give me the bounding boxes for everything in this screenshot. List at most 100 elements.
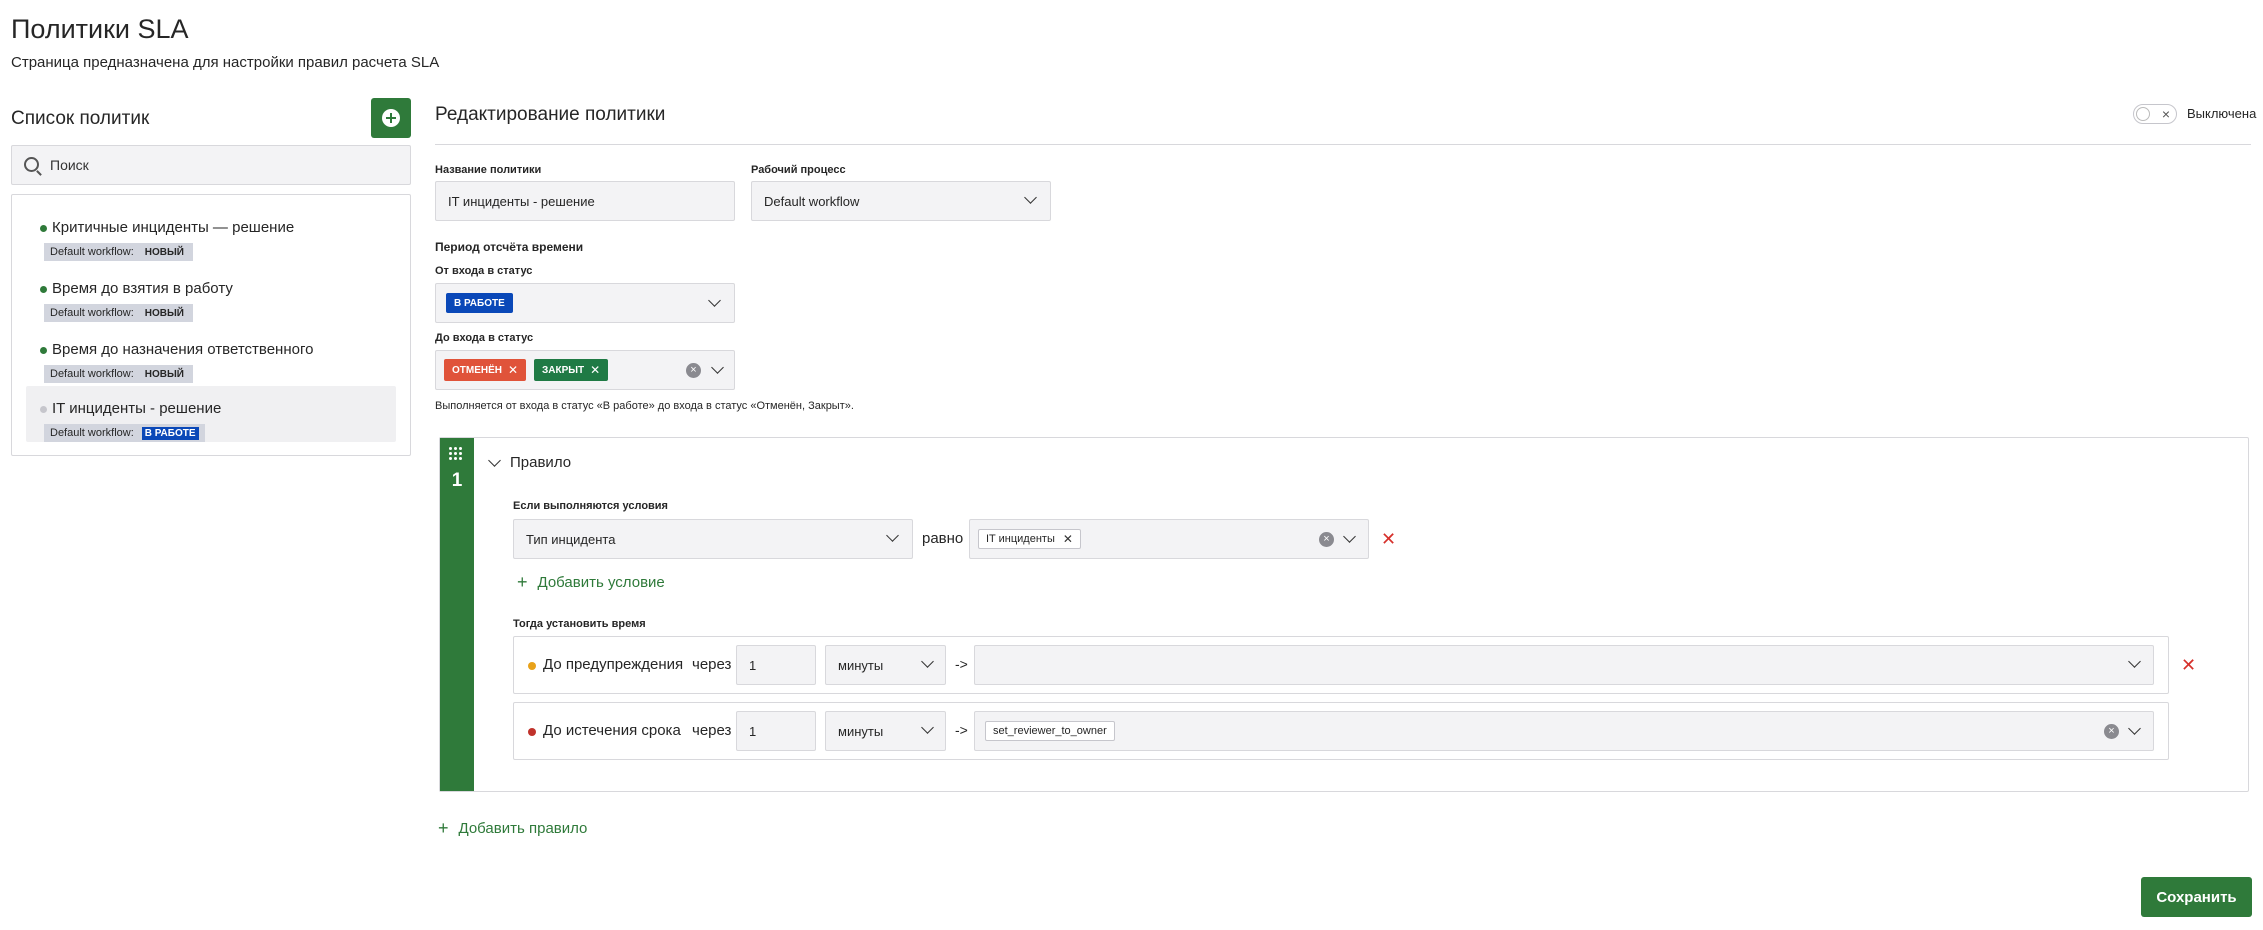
chevron-down-icon — [1024, 191, 1037, 204]
clear-icon[interactable]: × — [1319, 532, 1334, 547]
deadline-dot — [528, 728, 536, 736]
remove-chip-icon[interactable]: ✕ — [590, 363, 600, 377]
unit-select[interactable]: минуты — [825, 645, 946, 685]
unit-value: минуты — [838, 657, 884, 673]
rule-title[interactable]: Правило — [510, 454, 571, 471]
workflow-label: Рабочий процесс — [751, 164, 846, 176]
remove-chip-icon[interactable]: ✕ — [1063, 532, 1073, 546]
time-label: Тогда установить время — [513, 618, 646, 630]
condition-value-chip-label: IT инциденты — [986, 533, 1055, 545]
edit-policy-title: Редактирование политики — [435, 104, 666, 125]
unit-value: минуты — [838, 723, 884, 739]
warning-dot — [528, 662, 536, 670]
policy-name: Время до назначения ответственного — [52, 341, 314, 358]
status-chip-in-work: В РАБОТЕ — [446, 293, 513, 313]
page-title: Политики SLA — [11, 14, 189, 44]
workflow-tag: Default workflow: НОВЫЙ — [44, 365, 193, 383]
add-condition-button[interactable]: + Добавить условие — [517, 572, 665, 593]
from-status-select[interactable]: В РАБОТЕ — [435, 283, 735, 323]
from-status-label: От входа в статус — [435, 265, 533, 277]
workflow-value: Default workflow — [764, 193, 860, 209]
search-input[interactable] — [50, 146, 400, 184]
policy-item[interactable]: Критичные инциденты — решение Default wo… — [26, 205, 396, 261]
remove-chip-icon[interactable]: ✕ — [508, 363, 518, 377]
policy-item-selected[interactable]: IT инциденты - решение Default workflow:… — [26, 386, 396, 442]
delete-condition-icon[interactable]: ✕ — [1381, 530, 1396, 548]
status-chip-label: ОТМЕНЁН — [452, 364, 503, 376]
chevron-down-icon — [711, 361, 724, 374]
workflow-name: Default workflow: — [50, 368, 134, 380]
page-subtitle: Страница предназначена для настройки пра… — [11, 54, 440, 71]
condition-field-value: Тип инцидента — [526, 531, 616, 547]
condition-value-chip[interactable]: IT инциденты ✕ — [978, 529, 1081, 549]
divider — [435, 144, 2251, 145]
action-select[interactable] — [974, 645, 2154, 685]
chevron-down-icon — [2128, 722, 2141, 735]
period-hint: Выполняется от входа в статус «В работе»… — [435, 400, 854, 412]
to-status-select[interactable]: ОТМЕНЁН ✕ ЗАКРЫТ ✕ × — [435, 350, 735, 390]
clear-icon[interactable]: × — [2104, 724, 2119, 739]
condition-field-select[interactable]: Тип инцидента — [513, 519, 913, 559]
workflow-tag: Default workflow: НОВЫЙ — [44, 243, 193, 261]
plus-icon: + — [517, 572, 528, 592]
period-label: Период отсчёта времени — [435, 240, 584, 254]
workflow-name: Default workflow: — [50, 427, 134, 439]
workflow-tag: Default workflow: В РАБОТЕ — [44, 424, 205, 442]
add-condition-label: Добавить условие — [537, 574, 665, 591]
save-button[interactable]: Сохранить — [2141, 877, 2252, 917]
search-box[interactable] — [11, 145, 411, 185]
status-chip-closed[interactable]: ЗАКРЫТ ✕ — [534, 359, 609, 381]
workflow-status: НОВЫЙ — [144, 368, 184, 380]
workflow-name: Default workflow: — [50, 307, 134, 319]
policy-list-title: Список политик — [11, 108, 150, 129]
time-row-warning: До предупреждения через 1 минуты -> — [513, 636, 2169, 694]
search-icon — [24, 157, 39, 172]
chevron-down-icon — [708, 294, 721, 307]
add-rule-button[interactable]: + Добавить правило — [438, 818, 587, 839]
rule-number: 1 — [451, 470, 463, 491]
to-status-label: До входа в статус — [435, 332, 534, 344]
policy-list: Критичные инциденты — решение Default wo… — [11, 194, 411, 456]
policy-item[interactable]: Время до взятия в работу Default workflo… — [26, 266, 396, 322]
toggle-label: Выключена — [2187, 106, 2257, 121]
drag-handle-icon[interactable] — [449, 447, 465, 463]
toggle-knob — [2136, 107, 2150, 121]
add-rule-label: Добавить правило — [458, 820, 588, 837]
policy-name-field[interactable]: IT инциденты - решение — [435, 181, 735, 221]
policy-name: Критичные инциденты — решение — [52, 219, 295, 236]
active-status-dot — [40, 347, 47, 354]
through-label: через — [692, 722, 732, 739]
policy-name-value: IT инциденты - решение — [448, 193, 595, 209]
condition-value-select[interactable]: IT инциденты ✕ × — [969, 519, 1369, 559]
delete-time-icon[interactable]: ✕ — [2181, 656, 2196, 674]
policy-name: IT инциденты - решение — [52, 400, 222, 417]
active-status-dot — [40, 286, 47, 293]
close-icon: × — [2161, 106, 2170, 122]
amount-value: 1 — [749, 657, 757, 673]
status-chip-label: ЗАКРЫТ — [542, 364, 585, 376]
workflow-tag: Default workflow: НОВЫЙ — [44, 304, 193, 322]
time-row-deadline: До истечения срока через 1 минуты -> set… — [513, 702, 2169, 760]
policy-enabled-toggle[interactable]: × — [2133, 104, 2177, 124]
time-name: До предупреждения — [543, 656, 684, 673]
arrow-label: -> — [955, 656, 968, 672]
active-status-dot — [40, 225, 47, 232]
action-select[interactable]: set_reviewer_to_owner × — [974, 711, 2154, 751]
workflow-select[interactable]: Default workflow — [751, 181, 1051, 221]
workflow-status: НОВЫЙ — [144, 307, 184, 319]
add-policy-button[interactable] — [371, 98, 411, 138]
inactive-status-dot — [40, 406, 47, 413]
clear-icon[interactable]: × — [686, 363, 701, 378]
chevron-down-icon — [921, 655, 934, 668]
unit-select[interactable]: минуты — [825, 711, 946, 751]
chevron-down-icon — [886, 529, 899, 542]
status-chip-cancelled[interactable]: ОТМЕНЁН ✕ — [444, 359, 527, 381]
amount-input[interactable]: 1 — [736, 711, 816, 751]
arrow-label: -> — [955, 722, 968, 738]
amount-input[interactable]: 1 — [736, 645, 816, 685]
action-chip-label: set_reviewer_to_owner — [993, 725, 1107, 737]
chevron-down-icon — [1343, 530, 1356, 543]
chevron-down-icon — [921, 721, 934, 734]
workflow-status: НОВЫЙ — [144, 246, 184, 258]
policy-item[interactable]: Время до назначения ответственного Defau… — [26, 327, 396, 383]
